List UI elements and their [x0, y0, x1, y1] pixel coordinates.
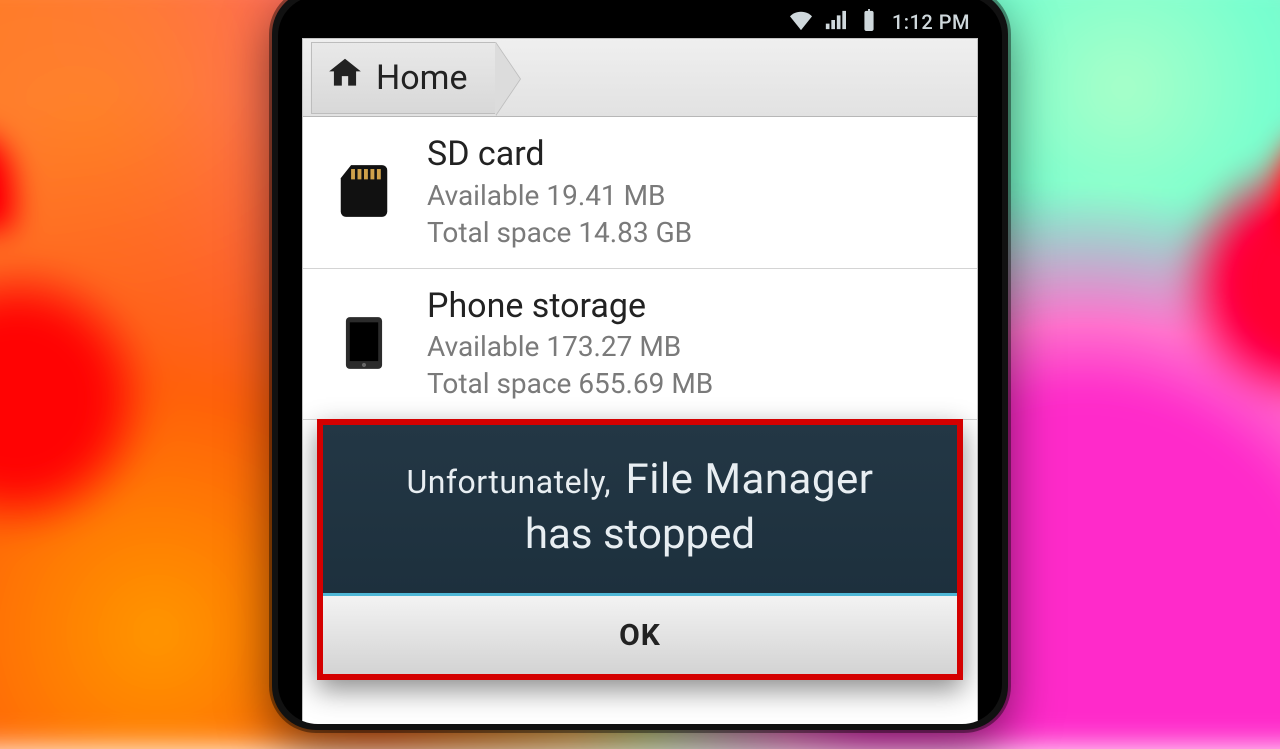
home-icon: [326, 54, 364, 101]
phone-screen: 1:12 PM Home: [278, 0, 1002, 724]
error-dialog: Unfortunately, File Manager has stopped: [323, 425, 957, 593]
breadcrumb-home[interactable]: Home: [311, 42, 496, 114]
status-bar: 1:12 PM: [302, 6, 978, 38]
error-prefix: Unfortunately,: [406, 463, 611, 501]
storage-title: SD card: [427, 133, 692, 176]
storage-row-phone[interactable]: Phone storage Available 173.27 MB Total …: [303, 269, 977, 421]
status-clock: 1:12 PM: [892, 10, 970, 34]
phone-storage-icon: [325, 312, 403, 374]
wifi-icon: [790, 9, 812, 36]
error-app-name: File Manager: [626, 455, 874, 504]
storage-row-text: Phone storage Available 173.27 MB Total …: [427, 285, 713, 402]
storage-total: Total space 655.69 MB: [427, 366, 713, 401]
ok-button[interactable]: OK: [323, 596, 957, 674]
breadcrumb-label: Home: [376, 58, 468, 98]
storage-row-text: SD card Available 19.41 MB Total space 1…: [427, 133, 692, 250]
sdcard-icon: [325, 160, 403, 222]
storage-available: Available 173.27 MB: [427, 329, 713, 364]
breadcrumb-bar: Home: [303, 39, 977, 117]
storage-title: Phone storage: [427, 285, 713, 328]
storage-row-sdcard[interactable]: SD card Available 19.41 MB Total space 1…: [303, 117, 977, 269]
error-dialog-line2: has stopped: [341, 510, 939, 559]
phone-frame: 1:12 PM Home: [272, 0, 1008, 730]
signal-icon: [824, 9, 846, 36]
battery-icon: [858, 9, 880, 36]
error-dialog-highlight: Unfortunately, File Manager has stopped …: [317, 419, 963, 680]
file-manager-app: Home SD card Available: [302, 38, 978, 724]
error-dialog-line1: Unfortunately, File Manager: [341, 455, 939, 504]
storage-total: Total space 14.83 GB: [427, 215, 692, 250]
storage-available: Available 19.41 MB: [427, 178, 692, 213]
